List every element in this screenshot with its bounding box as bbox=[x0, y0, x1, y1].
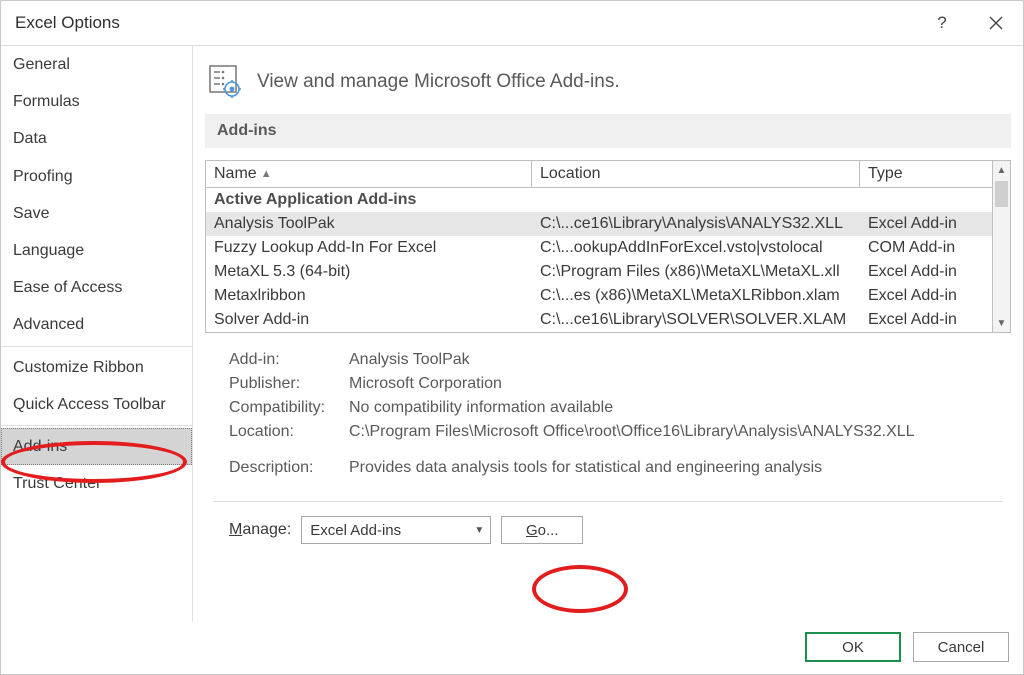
close-button[interactable] bbox=[969, 1, 1023, 45]
table-row[interactable]: Solver Add-in bbox=[206, 308, 532, 332]
col-header-name[interactable]: Name ▲ bbox=[206, 161, 532, 188]
detail-value-desc: Provides data analysis tools for statist… bbox=[349, 459, 987, 477]
sidebar-item-advanced[interactable]: Advanced bbox=[1, 306, 192, 343]
manage-label: Manage: bbox=[229, 521, 291, 539]
sidebar-item-save[interactable]: Save bbox=[1, 195, 192, 232]
detail-value-location: C:\Program Files\Microsoft Office\root\O… bbox=[349, 423, 987, 441]
table-scrollbar[interactable]: ▲ ▼ bbox=[992, 161, 1010, 332]
detail-value-publisher: Microsoft Corporation bbox=[349, 375, 987, 393]
table-cell[interactable]: Excel Add-in bbox=[860, 284, 992, 308]
col-header-type[interactable]: Type bbox=[860, 161, 992, 188]
scroll-down-icon[interactable]: ▼ bbox=[993, 314, 1010, 332]
detail-label-addin: Add-in: bbox=[229, 351, 349, 369]
titlebar: Excel Options ? bbox=[1, 1, 1023, 45]
addins-icon bbox=[207, 64, 243, 100]
details-panel: Add-in:Analysis ToolPak Publisher:Micros… bbox=[205, 333, 1011, 483]
sidebar-item-customize-ribbon[interactable]: Customize Ribbon bbox=[1, 349, 192, 386]
close-icon bbox=[989, 16, 1003, 30]
table-cell[interactable]: C:\Program Files (x86)\MetaXL\MetaXL.xll bbox=[532, 260, 860, 284]
manage-dropdown[interactable]: Excel Add-ins ▼ bbox=[301, 516, 491, 544]
table-row[interactable]: MetaXL 5.3 (64-bit) bbox=[206, 260, 532, 284]
table-row[interactable]: Metaxlribbon bbox=[206, 284, 532, 308]
detail-label-desc: Description: bbox=[229, 459, 349, 477]
table-cell[interactable]: Excel Add-in bbox=[860, 260, 992, 284]
sidebar-item-formulas[interactable]: Formulas bbox=[1, 83, 192, 120]
sidebar-item-add-ins[interactable]: Add-ins bbox=[1, 428, 192, 465]
table-row[interactable]: Analysis ToolPak bbox=[206, 212, 532, 236]
table-cell[interactable]: Excel Add-in bbox=[860, 212, 992, 236]
detail-label-location: Location: bbox=[229, 423, 349, 441]
page-header: View and manage Microsoft Office Add-ins… bbox=[257, 71, 620, 93]
ok-button[interactable]: OK bbox=[805, 632, 901, 662]
scroll-up-icon[interactable]: ▲ bbox=[993, 161, 1010, 179]
addins-table[interactable]: Name ▲ Active Application Add-ins Analys… bbox=[205, 160, 1011, 333]
sidebar-item-data[interactable]: Data bbox=[1, 120, 192, 157]
sidebar-item-quick-access-toolbar[interactable]: Quick Access Toolbar bbox=[1, 386, 192, 423]
cancel-button[interactable]: Cancel bbox=[913, 632, 1009, 662]
detail-value-addin: Analysis ToolPak bbox=[349, 351, 987, 369]
table-cell[interactable]: C:\...ookupAddInForExcel.vsto|vstolocal bbox=[532, 236, 860, 260]
go-button[interactable]: Go... bbox=[501, 516, 583, 544]
group-header: Active Application Add-ins bbox=[206, 188, 532, 212]
table-cell[interactable]: C:\...es (x86)\MetaXL\MetaXLRibbon.xlam bbox=[532, 284, 860, 308]
detail-label-compat: Compatibility: bbox=[229, 399, 349, 417]
table-row[interactable]: Fuzzy Lookup Add-In For Excel bbox=[206, 236, 532, 260]
sidebar-item-ease-of-access[interactable]: Ease of Access bbox=[1, 269, 192, 306]
sort-asc-icon: ▲ bbox=[261, 168, 272, 180]
table-cell[interactable]: COM Add-in bbox=[860, 236, 992, 260]
excel-options-dialog: Excel Options ? General Formulas Data Pr… bbox=[0, 0, 1024, 675]
detail-value-compat: No compatibility information available bbox=[349, 399, 987, 417]
sidebar-item-proofing[interactable]: Proofing bbox=[1, 158, 192, 195]
sidebar-item-trust-center[interactable]: Trust Center bbox=[1, 465, 192, 502]
col-header-location[interactable]: Location bbox=[532, 161, 860, 188]
sidebar-item-general[interactable]: General bbox=[1, 46, 192, 83]
table-cell[interactable]: Excel Add-in bbox=[860, 308, 992, 332]
table-cell[interactable]: C:\...ce16\Library\Analysis\ANALYS32.XLL bbox=[532, 212, 860, 236]
section-header-addins: Add-ins bbox=[205, 114, 1011, 148]
sidebar-item-language[interactable]: Language bbox=[1, 232, 192, 269]
chevron-down-icon: ▼ bbox=[474, 525, 484, 536]
detail-label-publisher: Publisher: bbox=[229, 375, 349, 393]
sidebar: General Formulas Data Proofing Save Lang… bbox=[1, 46, 193, 622]
help-button[interactable]: ? bbox=[915, 1, 969, 45]
scroll-thumb[interactable] bbox=[995, 181, 1008, 207]
table-cell[interactable]: C:\...ce16\Library\SOLVER\SOLVER.XLAM bbox=[532, 308, 860, 332]
dialog-title: Excel Options bbox=[15, 13, 120, 33]
